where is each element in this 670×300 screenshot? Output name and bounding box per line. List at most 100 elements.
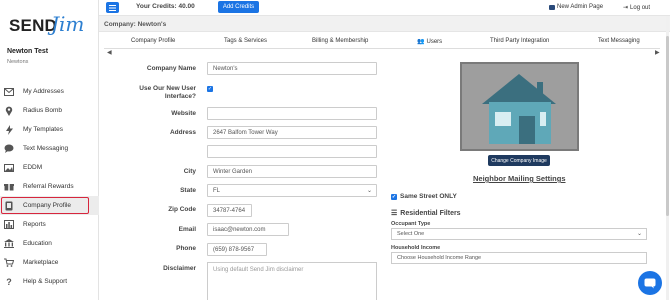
cart-icon bbox=[4, 258, 14, 268]
sidebar: SEND Jim Newton Test Newtons My Addresse… bbox=[0, 0, 99, 300]
sidebar-item-label: Help & Support bbox=[23, 278, 68, 285]
page-scrollbar[interactable] bbox=[666, 16, 669, 300]
address-line2-input[interactable] bbox=[207, 145, 377, 158]
household-income-select[interactable]: Choose Household Income Range bbox=[391, 252, 647, 264]
email-input[interactable]: isaac@newton.com bbox=[207, 223, 289, 236]
sidebar-item-eddm[interactable]: EDDM bbox=[0, 158, 99, 177]
house-image bbox=[462, 64, 577, 149]
question-icon: ? bbox=[6, 276, 12, 287]
sidebar-item-marketplace[interactable]: Marketplace bbox=[0, 253, 99, 272]
sidebar-item-my-addresses[interactable]: My Addresses bbox=[0, 82, 99, 101]
website-label: Website bbox=[171, 110, 196, 117]
sidebar-item-help-support[interactable]: ? Help & Support bbox=[0, 272, 99, 291]
gift-icon bbox=[4, 182, 14, 192]
company-title: Company: Newton's bbox=[104, 21, 167, 28]
admin-icon bbox=[549, 4, 555, 10]
address-line1-input[interactable]: 2647 Balfom Tower Way bbox=[207, 126, 377, 139]
same-street-checkbox[interactable]: ✓ bbox=[391, 193, 397, 200]
phone-input[interactable]: (659) 878-9567 bbox=[207, 243, 267, 256]
sidebar-item-education[interactable]: Education bbox=[0, 234, 99, 253]
user-org: Newtons bbox=[7, 59, 29, 65]
map-pin-icon bbox=[4, 106, 14, 116]
hamburger-menu-button[interactable] bbox=[106, 2, 119, 13]
sidebar-item-label: Referral Rewards bbox=[23, 183, 74, 190]
chat-widget-button[interactable] bbox=[638, 271, 662, 295]
image-icon bbox=[4, 163, 14, 173]
hamburger-icon bbox=[109, 4, 116, 11]
sidebar-item-label: Education bbox=[23, 240, 52, 247]
sidebar-item-reports[interactable]: Reports bbox=[0, 215, 99, 234]
logout-link[interactable]: ⇥ Log out bbox=[623, 4, 650, 12]
state-select[interactable]: FL ⌄ bbox=[207, 184, 377, 197]
tab-billing-membership[interactable]: Billing & Membership bbox=[312, 38, 368, 44]
app-root: SEND Jim Newton Test Newtons My Addresse… bbox=[0, 0, 670, 300]
tabs-scroll-left-icon[interactable]: ◀ bbox=[107, 49, 112, 56]
tab-users-label: Users bbox=[426, 39, 443, 45]
change-company-image-button[interactable]: Change Company Image bbox=[488, 155, 550, 166]
residential-filters-header: ☰ Residential Filters bbox=[391, 209, 461, 218]
users-icon: 👥 bbox=[417, 39, 425, 45]
occupant-type-value: Select One bbox=[397, 231, 425, 237]
lightning-icon bbox=[4, 124, 14, 135]
new-admin-page-link[interactable]: New Admin Page bbox=[549, 4, 603, 10]
chevron-down-icon: ⌄ bbox=[366, 188, 372, 194]
chevron-down-icon: ⌄ bbox=[636, 231, 642, 237]
active-highlight bbox=[1, 197, 89, 214]
tab-tags-services[interactable]: Tags & Services bbox=[224, 38, 267, 44]
profile-tabs: Company Profile Tags & Services Billing … bbox=[104, 34, 660, 49]
email-label: Email bbox=[178, 226, 196, 233]
bank-icon bbox=[4, 239, 14, 249]
disclaimer-label: Disclaimer bbox=[163, 265, 196, 272]
sidebar-item-label: Reports bbox=[23, 221, 46, 228]
chat-icon bbox=[4, 144, 14, 154]
state-value: FL bbox=[213, 187, 221, 194]
sidebar-item-label: Text Messaging bbox=[23, 145, 69, 152]
sidebar-item-radius-bomb[interactable]: Radius Bomb bbox=[0, 101, 99, 120]
state-label: State bbox=[180, 187, 196, 194]
credits-balance: Your Credits: 40.00 bbox=[136, 3, 195, 10]
sidebar-nav: My Addresses Radius Bomb My Templates Te… bbox=[0, 82, 99, 291]
tab-users[interactable]: 👥 Users bbox=[417, 38, 442, 45]
sidebar-item-referral-rewards[interactable]: Referral Rewards bbox=[0, 177, 99, 196]
sidebar-item-label: EDDM bbox=[23, 164, 43, 171]
same-street-option[interactable]: ✓ Same Street ONLY bbox=[391, 193, 457, 200]
new-ui-label-line2: Interface? bbox=[164, 93, 196, 100]
tab-company-profile[interactable]: Company Profile bbox=[131, 38, 175, 44]
logo-send-text: SEND bbox=[9, 16, 58, 35]
new-ui-label-line1: Use Our New User bbox=[139, 85, 196, 92]
city-input[interactable]: Winter Garden bbox=[207, 165, 377, 178]
company-image bbox=[460, 62, 579, 151]
sidebar-item-my-templates[interactable]: My Templates bbox=[0, 120, 99, 139]
tab-third-party-integration[interactable]: Third Party Integration bbox=[490, 38, 549, 44]
topbar: Your Credits: 40.00 Add Credits New Admi… bbox=[99, 0, 670, 16]
same-street-label: Same Street ONLY bbox=[400, 193, 457, 200]
sidebar-item-label: My Templates bbox=[23, 126, 63, 133]
sidebar-item-label: Marketplace bbox=[23, 259, 59, 266]
occupant-type-label: Occupant Type bbox=[391, 221, 431, 227]
phone-label: Phone bbox=[176, 245, 196, 252]
zip-input[interactable]: 34787-4764 bbox=[207, 204, 252, 217]
tab-text-messaging[interactable]: Text Messaging bbox=[598, 38, 640, 44]
sidebar-item-label: Radius Bomb bbox=[23, 107, 63, 114]
new-ui-checkbox[interactable]: ✓ bbox=[207, 86, 213, 92]
website-input[interactable] bbox=[207, 107, 377, 120]
logout-icon: ⇥ bbox=[623, 5, 629, 11]
scrollbar-thumb[interactable] bbox=[666, 36, 669, 216]
occupant-type-select[interactable]: Select One ⌄ bbox=[391, 228, 647, 240]
user-name: Newton Test bbox=[7, 48, 49, 55]
city-label: City bbox=[183, 168, 196, 175]
chat-bubble-icon bbox=[644, 278, 656, 288]
neighbor-mailing-settings-title: Neighbor Mailing Settings bbox=[473, 174, 566, 183]
household-income-label: Household Income bbox=[391, 245, 441, 251]
disclaimer-textarea[interactable]: Using default Send Jim disclaimer bbox=[207, 262, 377, 300]
sidebar-item-text-messaging[interactable]: Text Messaging bbox=[0, 139, 99, 158]
sidebar-item-company-profile[interactable]: Company Profile bbox=[0, 196, 99, 215]
tabs-scroll-right-icon[interactable]: ▶ bbox=[655, 49, 660, 56]
zip-label: Zip Code bbox=[168, 206, 196, 213]
sendjim-logo[interactable]: SEND Jim bbox=[9, 12, 89, 40]
admin-link-label: New Admin Page bbox=[557, 4, 604, 10]
chart-icon bbox=[4, 220, 14, 230]
company-name-input[interactable]: Newton's bbox=[207, 62, 377, 75]
sidebar-item-label: My Addresses bbox=[23, 88, 64, 95]
add-credits-button[interactable]: Add Credits bbox=[218, 1, 259, 13]
